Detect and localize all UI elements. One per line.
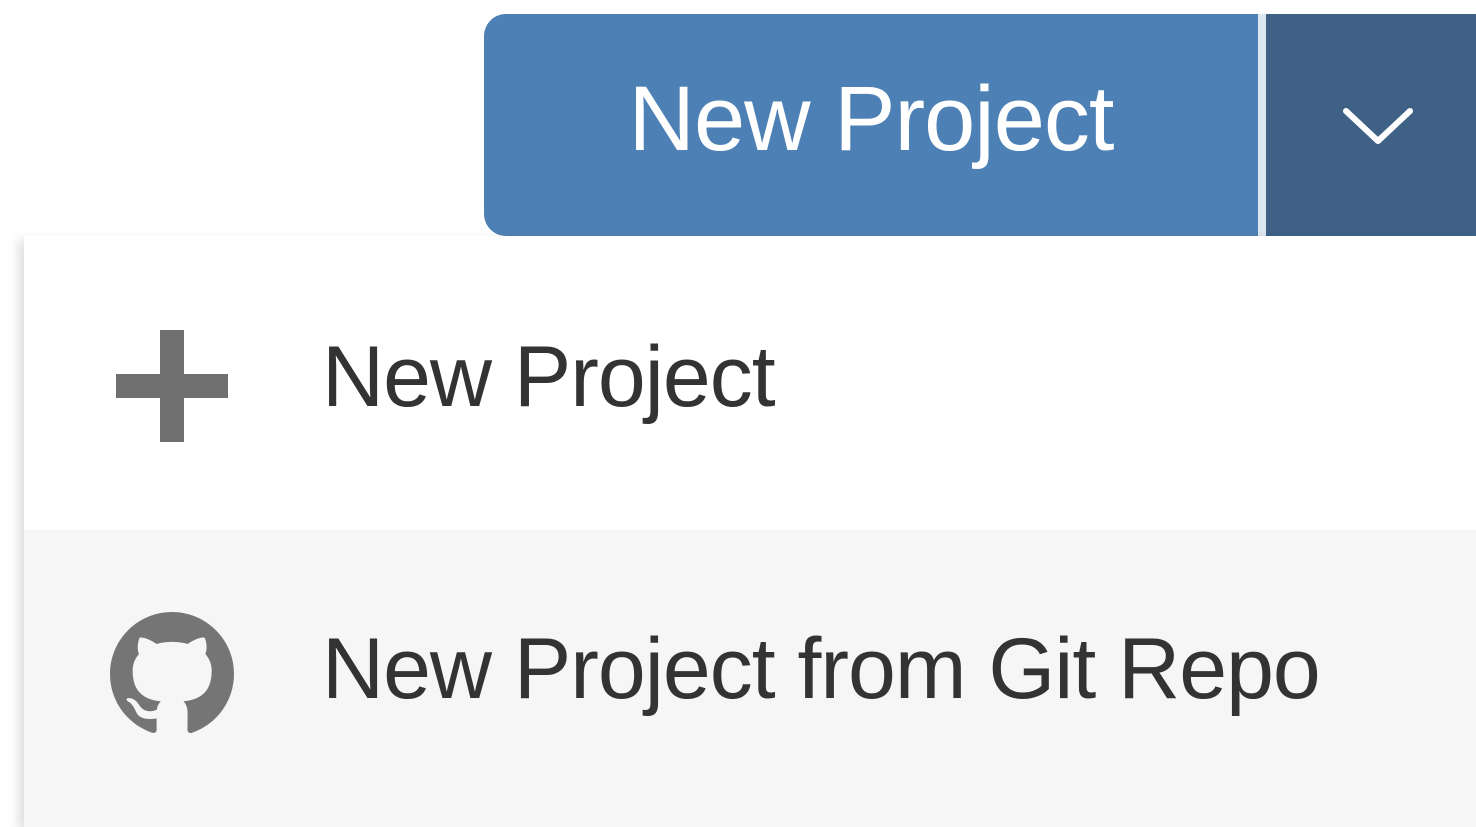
menu-item-label: New Project bbox=[322, 329, 776, 425]
split-button-divider bbox=[1258, 14, 1266, 236]
app-window: New Project New Project New Project from… bbox=[0, 0, 1476, 827]
menu-item-new-project[interactable]: New Project bbox=[24, 236, 1476, 530]
menu-item-new-project-from-git-repo[interactable]: New Project from Git Repo bbox=[24, 530, 1476, 827]
plus-icon bbox=[110, 324, 234, 448]
chevron-down-icon bbox=[1343, 108, 1413, 144]
github-icon bbox=[110, 612, 234, 736]
new-project-split-button: New Project bbox=[484, 14, 1476, 236]
dropdown-toggle-button[interactable] bbox=[1266, 14, 1476, 236]
menu-item-label: New Project from Git Repo bbox=[322, 621, 1321, 717]
new-project-button[interactable]: New Project bbox=[484, 14, 1258, 236]
new-project-dropdown-menu: New Project New Project from Git Repo bbox=[24, 236, 1476, 827]
